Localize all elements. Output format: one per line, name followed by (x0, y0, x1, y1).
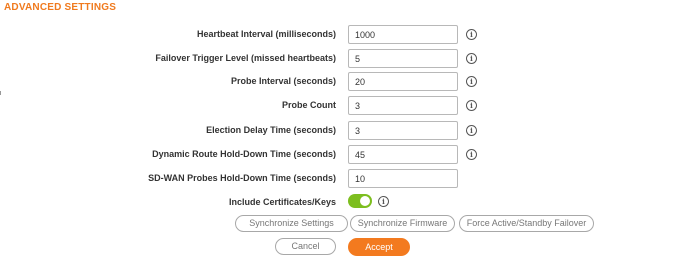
probe-count-row: Probe Count i (0, 96, 700, 116)
synchronize-settings-button[interactable]: Synchronize Settings (235, 215, 348, 232)
dynamic-route-hold-down-input[interactable] (348, 145, 458, 164)
failover-trigger-level-row: Failover Trigger Level (missed heartbeat… (0, 49, 700, 69)
heartbeat-interval-label: Heartbeat Interval (milliseconds) (196, 29, 336, 39)
include-certificates-toggle[interactable] (348, 194, 372, 208)
election-delay-time-label: Election Delay Time (seconds) (206, 125, 336, 135)
info-icon[interactable]: i (466, 125, 477, 136)
info-icon[interactable]: i (466, 29, 477, 40)
synchronize-firmware-button[interactable]: Synchronize Firmware (350, 215, 455, 232)
failover-trigger-level-label: Failover Trigger Level (missed heartbeat… (155, 53, 336, 63)
include-certificates-label: Include Certificates/Keys (228, 197, 336, 207)
include-certificates-row: Include Certificates/Keys i (0, 193, 700, 213)
failover-trigger-level-input[interactable] (348, 49, 458, 68)
dynamic-route-hold-down-row: Dynamic Route Hold-Down Time (seconds) i (0, 145, 700, 165)
election-delay-time-row: Election Delay Time (seconds) i (0, 121, 700, 141)
sdwan-probes-hold-down-row: SD-WAN Probes Hold-Down Time (seconds) (0, 169, 700, 189)
probe-interval-row: Probe Interval (seconds) i (0, 72, 700, 92)
section-title: ADVANCED SETTINGS (4, 2, 117, 13)
probe-count-input[interactable] (348, 96, 458, 115)
heartbeat-interval-input[interactable] (348, 25, 458, 44)
force-failover-button[interactable]: Force Active/Standby Failover (459, 215, 594, 232)
info-icon[interactable]: i (466, 53, 477, 64)
probe-interval-label: Probe Interval (seconds) (230, 76, 336, 86)
info-icon[interactable]: i (466, 149, 477, 160)
probe-interval-input[interactable] (348, 72, 458, 91)
election-delay-time-input[interactable] (348, 121, 458, 140)
info-icon[interactable]: i (378, 196, 389, 207)
dynamic-route-hold-down-label: Dynamic Route Hold-Down Time (seconds) (152, 149, 336, 159)
info-icon[interactable]: i (466, 100, 477, 111)
sdwan-probes-hold-down-label: SD-WAN Probes Hold-Down Time (seconds) (148, 173, 336, 183)
accept-button[interactable]: Accept (348, 238, 410, 256)
cancel-button[interactable]: Cancel (275, 238, 336, 255)
sdwan-probes-hold-down-input[interactable] (348, 169, 458, 188)
heartbeat-interval-row: Heartbeat Interval (milliseconds) i (0, 25, 700, 45)
probe-count-label: Probe Count (282, 100, 336, 110)
toggle-knob (360, 196, 370, 206)
info-icon[interactable]: i (466, 76, 477, 87)
